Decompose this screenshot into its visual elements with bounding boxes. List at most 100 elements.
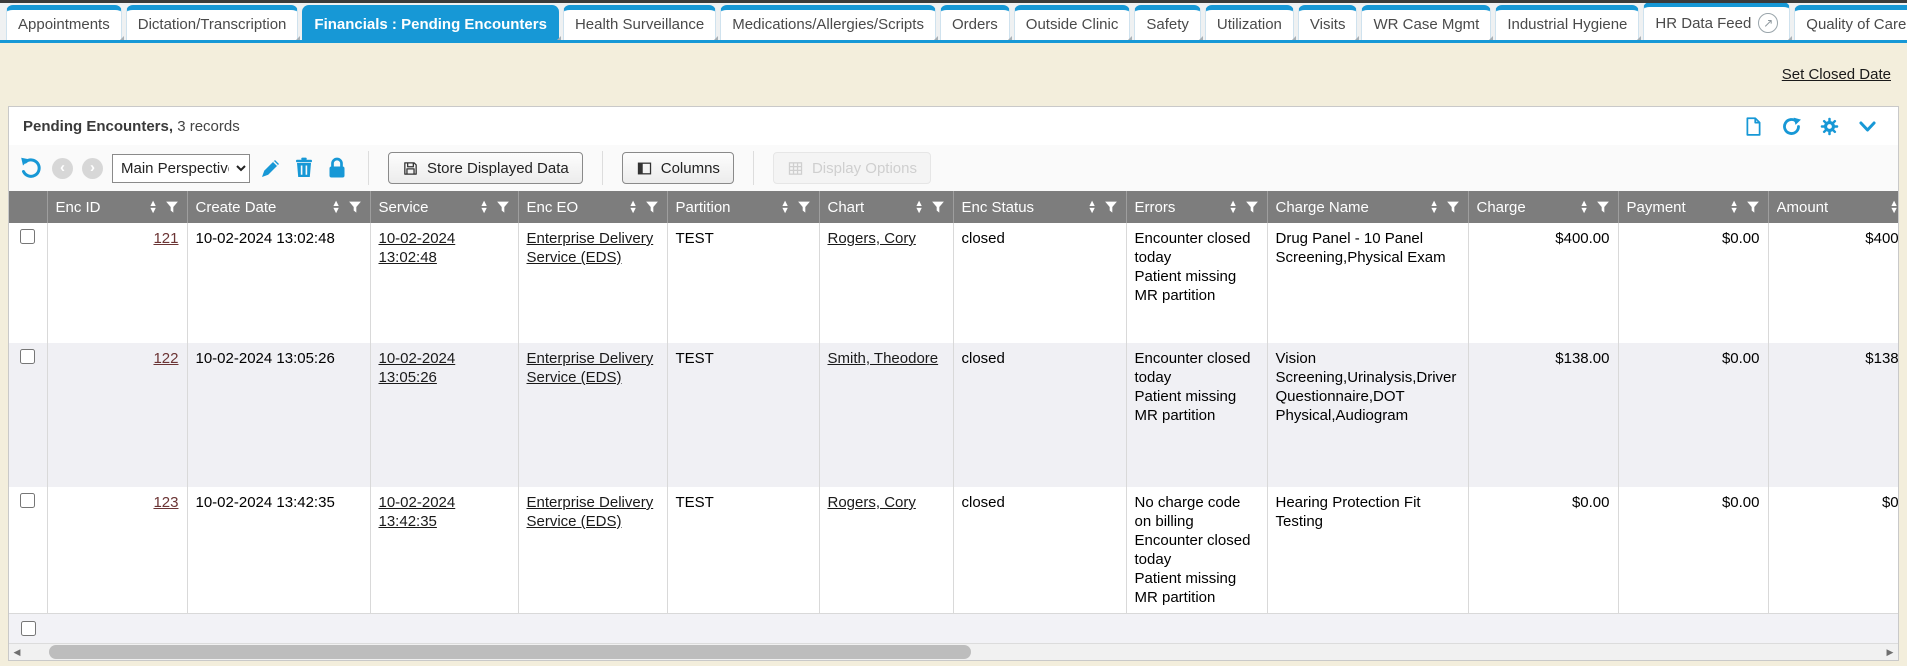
tab-health-surveillance[interactable]: Health Surveillance xyxy=(563,5,716,40)
sort-icon[interactable]: ▲▼ xyxy=(149,200,158,214)
tab-safety[interactable]: Safety xyxy=(1134,5,1201,40)
horizontal-scrollbar[interactable]: ◀ ▶ xyxy=(9,643,1898,660)
scrollbar-thumb[interactable] xyxy=(49,645,971,659)
tab-label: Orders xyxy=(952,16,998,33)
tab-visits[interactable]: Visits xyxy=(1298,5,1358,40)
filter-funnel-icon[interactable] xyxy=(931,200,945,214)
set-closed-date-link[interactable]: Set Closed Date xyxy=(1782,66,1891,83)
create-date-cell: 10-02-2024 13:02:48 xyxy=(187,223,370,343)
tab-label: Health Surveillance xyxy=(575,16,704,33)
enc-id-link[interactable]: 123 xyxy=(153,494,178,511)
tab-medications-allergies-scripts[interactable]: Medications/Allergies/Scripts xyxy=(720,5,936,40)
filter-funnel-icon[interactable] xyxy=(1596,200,1610,214)
filter-funnel-icon[interactable] xyxy=(1245,200,1259,214)
collapse-chevron-down-icon[interactable] xyxy=(1857,116,1878,137)
row-checkbox[interactable] xyxy=(20,349,35,364)
tab-quality-of-care[interactable]: Quality of Care xyxy=(1794,5,1907,40)
filter-funnel-icon[interactable] xyxy=(1104,200,1118,214)
tab-label: Utilization xyxy=(1217,16,1282,33)
enc-eo-link[interactable]: Enterprise Delivery Service (EDS) xyxy=(527,230,654,266)
amount-cell: $0.00 xyxy=(1768,487,1899,613)
tab-financials-pending-encounters[interactable]: Financials : Pending Encounters xyxy=(302,5,559,40)
sort-icon[interactable]: ▲▼ xyxy=(1730,200,1739,214)
sort-icon[interactable]: ▲▼ xyxy=(480,200,489,214)
enc-id-link[interactable]: 122 xyxy=(153,350,178,367)
filter-funnel-icon[interactable] xyxy=(165,200,179,214)
filter-funnel-icon[interactable] xyxy=(348,200,362,214)
gear-icon[interactable] xyxy=(1819,116,1840,137)
perspective-select[interactable]: Main Perspective xyxy=(112,154,250,183)
column-label: Amount xyxy=(1777,199,1829,216)
panel-title: Pending Encounters, 3 records xyxy=(23,118,240,135)
payment-cell: $0.00 xyxy=(1618,343,1768,487)
column-header-partition: Partition▲▼ xyxy=(667,191,819,223)
column-header-enc-eo: Enc EO▲▼ xyxy=(518,191,667,223)
sort-icon[interactable]: ▲▼ xyxy=(1229,200,1238,214)
sort-icon[interactable]: ▲▼ xyxy=(1088,200,1097,214)
service-link[interactable]: 10-02-2024 13:42:35 xyxy=(379,494,456,530)
panel-header-icons xyxy=(1743,116,1878,137)
payment-cell: $0.00 xyxy=(1618,487,1768,613)
tab-label: Visits xyxy=(1310,16,1346,33)
tab-orders[interactable]: Orders xyxy=(940,5,1010,40)
sort-icon[interactable]: ▲▼ xyxy=(915,200,924,214)
error-item: Patient missing MR partition xyxy=(1135,569,1259,607)
action-link-row: Set Closed Date xyxy=(8,43,1899,106)
lock-icon[interactable] xyxy=(325,156,349,180)
page-content: Set Closed Date Pending Encounters, 3 re… xyxy=(0,43,1907,661)
enc-eo-cell: Enterprise Delivery Service (EDS) xyxy=(518,223,667,343)
row-checkbox[interactable] xyxy=(20,493,35,508)
partition-cell: TEST xyxy=(667,487,819,613)
scroll-left-arrow[interactable]: ◀ xyxy=(9,644,25,660)
delete-trash-icon[interactable] xyxy=(292,156,316,180)
enc-status-cell: closed xyxy=(953,487,1126,613)
edit-pencil-icon[interactable] xyxy=(259,156,283,180)
filter-funnel-icon[interactable] xyxy=(645,200,659,214)
display-options-label: Display Options xyxy=(812,160,917,177)
chart-link[interactable]: Smith, Theodore xyxy=(828,350,939,367)
tab-label: Safety xyxy=(1146,16,1189,33)
chart-link[interactable]: Rogers, Cory xyxy=(828,494,916,511)
enc-id-link[interactable]: 121 xyxy=(153,230,178,247)
sort-icon[interactable]: ▲▼ xyxy=(332,200,341,214)
scroll-right-arrow[interactable]: ▶ xyxy=(1882,644,1898,660)
charge-cell: $400.00 xyxy=(1468,223,1618,343)
tab-label: Quality of Care xyxy=(1806,16,1906,33)
column-label: Service xyxy=(379,199,429,216)
charge-cell: $138.00 xyxy=(1468,343,1618,487)
tab-outside-clinic[interactable]: Outside Clinic xyxy=(1014,5,1131,40)
sort-icon[interactable]: ▲▼ xyxy=(1580,200,1589,214)
undo-reset-icon[interactable] xyxy=(19,156,43,180)
filter-funnel-icon[interactable] xyxy=(496,200,510,214)
sort-icon[interactable]: ▲▼ xyxy=(629,200,638,214)
tab-hr-data-feed[interactable]: HR Data Feed ↗ xyxy=(1643,3,1790,40)
new-document-icon[interactable] xyxy=(1743,116,1764,137)
service-link[interactable]: 10-02-2024 13:02:48 xyxy=(379,230,456,266)
columns-button[interactable]: Columns xyxy=(622,152,734,184)
filter-funnel-icon[interactable] xyxy=(1446,200,1460,214)
store-displayed-data-button[interactable]: Store Displayed Data xyxy=(388,152,583,184)
enc-eo-link[interactable]: Enterprise Delivery Service (EDS) xyxy=(527,494,654,530)
filter-funnel-icon[interactable] xyxy=(1746,200,1760,214)
filter-funnel-icon[interactable] xyxy=(797,200,811,214)
service-link[interactable]: 10-02-2024 13:05:26 xyxy=(379,350,456,386)
tab-dictation-transcription[interactable]: Dictation/Transcription xyxy=(126,5,299,40)
row-select-cell xyxy=(9,223,47,343)
tab-appointments[interactable]: Appointments xyxy=(6,5,122,40)
enc-eo-link[interactable]: Enterprise Delivery Service (EDS) xyxy=(527,350,654,386)
tab-industrial-hygiene[interactable]: Industrial Hygiene xyxy=(1495,5,1639,40)
chart-link[interactable]: Rogers, Cory xyxy=(828,230,916,247)
tab-utilization[interactable]: Utilization xyxy=(1205,5,1294,40)
row-checkbox[interactable] xyxy=(20,229,35,244)
tab-wr-case-mgmt[interactable]: WR Case Mgmt xyxy=(1361,5,1491,40)
footer-checkbox[interactable] xyxy=(21,621,36,636)
refresh-icon[interactable] xyxy=(1781,116,1802,137)
sort-icon[interactable]: ▲▼ xyxy=(1430,200,1439,214)
tab-label: Medications/Allergies/Scripts xyxy=(732,16,924,33)
sort-icon[interactable]: ▲▼ xyxy=(781,200,790,214)
next-perspective-button[interactable]: › xyxy=(82,158,103,179)
previous-perspective-button[interactable]: ‹ xyxy=(52,158,73,179)
sort-icon[interactable]: ▲▼ xyxy=(1890,200,1899,214)
column-label: Charge Name xyxy=(1276,199,1369,216)
pending-encounters-table: Enc ID▲▼ Create Date▲▼ Service▲▼ Enc EO▲… xyxy=(9,191,1899,613)
